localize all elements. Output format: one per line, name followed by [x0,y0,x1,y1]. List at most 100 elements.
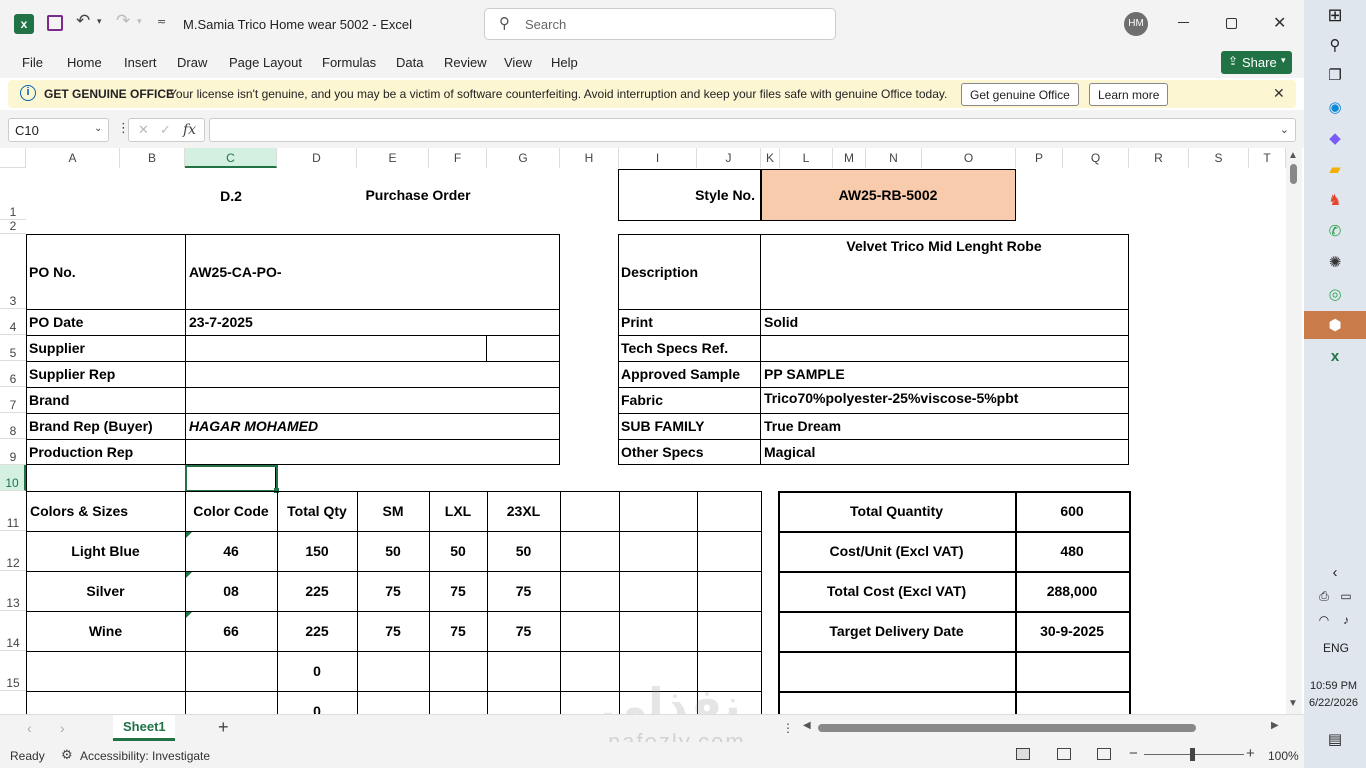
description-value[interactable]: Velvet Trico Mid Lenght Robe [761,236,1127,256]
size-table-cell[interactable]: Silver [27,572,184,610]
accessibility-status[interactable]: Accessibility: Investigate [80,749,210,763]
row-header-2[interactable]: 2 [0,219,26,234]
redo-icon[interactable]: ↷ [116,11,130,31]
size-table-cell[interactable] [488,692,559,714]
battery-icon[interactable]: ▭ [1334,584,1358,608]
brave-icon[interactable]: ♞ [1323,188,1347,212]
column-header-P[interactable]: P [1016,148,1063,168]
size-table-cell[interactable]: 75 [358,612,428,650]
notifications-icon[interactable]: ▤ [1323,727,1347,751]
tab-home[interactable]: Home [67,55,102,70]
po-no-value[interactable]: AW25-CA-PO- [186,262,556,282]
file-explorer-icon[interactable]: ▰ [1323,157,1347,181]
size-table-cell[interactable] [186,652,276,690]
tab-view[interactable]: View [504,55,532,70]
size-table-cell[interactable] [186,692,276,714]
size-table-cell[interactable] [27,652,184,690]
column-header-R[interactable]: R [1129,148,1189,168]
page-layout-view-icon[interactable] [1057,748,1071,760]
size-table-cell[interactable]: Wine [27,612,184,650]
cell-po-title[interactable]: Purchase Order [357,185,479,205]
tab-help[interactable]: Help [551,55,578,70]
approved-sample-label[interactable]: Approved Sample [618,364,758,384]
minimize-icon[interactable] [1178,22,1189,23]
sub-family-value[interactable]: True Dream [761,416,1127,436]
page-break-view-icon[interactable] [1097,748,1111,760]
selected-cell-c10[interactable] [185,465,278,492]
size-table-header-5[interactable]: 23XL [488,492,559,530]
description-label[interactable]: Description [618,262,758,282]
tab-draw[interactable]: Draw [177,55,207,70]
vertical-scrollbar[interactable]: ▲ ▼ [1286,148,1302,714]
zoom-in-icon[interactable]: + [1246,745,1255,762]
size-table-cell[interactable]: 75 [488,572,559,610]
row-header-6[interactable]: 6 [0,361,26,387]
select-all-corner[interactable] [0,148,26,168]
size-table-cell[interactable] [488,652,559,690]
column-header-L[interactable]: L [780,148,833,168]
tab-insert[interactable]: Insert [124,55,157,70]
print-value[interactable]: Solid [761,312,1127,332]
row-header-14[interactable]: 14 [0,611,26,651]
fabric-value[interactable]: Trico70%polyester-25%viscose-5%pbt [761,388,1127,408]
volume-icon[interactable]: ♪ [1334,608,1358,632]
brand-label[interactable]: Brand [26,390,184,410]
row-header-3[interactable]: 3 [0,234,26,309]
summary-value[interactable]: 480 [1016,532,1128,570]
insert-function-icon[interactable]: fx [183,122,196,138]
size-table-cell[interactable]: 08 [186,572,276,610]
size-table-cell[interactable]: 75 [358,572,428,610]
other-specs-label[interactable]: Other Specs [618,442,758,462]
size-table-cell[interactable] [430,652,486,690]
fabric-label[interactable]: Fabric [618,390,758,410]
accessibility-icon[interactable]: ⚙ [61,747,73,763]
summary-label[interactable]: Total Quantity [779,492,1014,530]
column-header-J[interactable]: J [697,148,761,168]
size-table-cell[interactable]: 0 [278,692,356,714]
formula-input[interactable]: ⌄ [209,118,1296,142]
summary-value[interactable]: 30-9-2025 [1016,612,1128,650]
error-indicator-icon[interactable] [186,572,192,578]
row-header-7[interactable]: 7 [0,387,26,413]
supplier-rep-label[interactable]: Supplier Rep [26,364,184,384]
expand-formula-icon[interactable]: ⌄ [1280,123,1289,136]
supplier-label[interactable]: Supplier [26,338,184,358]
column-header-D[interactable]: D [277,148,357,168]
column-header-C[interactable]: C [185,148,277,168]
summary-label[interactable]: Cost/Unit (Excl VAT) [779,532,1014,570]
column-header-E[interactable]: E [357,148,429,168]
undo-dropdown-icon[interactable]: ▾ [97,16,102,27]
size-table-cell[interactable]: 225 [278,572,356,610]
name-box[interactable]: C10 ⌄ [8,118,109,142]
sub-family-label[interactable]: SUB FAMILY [618,416,758,436]
row-header-15[interactable]: 15 [0,651,26,691]
clock-date[interactable]: 6/22/2026 [1309,697,1358,709]
teams-icon[interactable]: ⬢ [1323,313,1347,337]
error-indicator-icon[interactable] [186,532,192,538]
size-table-cell[interactable]: 66 [186,612,276,650]
style-no-label[interactable]: Style No. [620,185,758,205]
next-sheet-icon[interactable]: › [60,720,65,736]
tab-review[interactable]: Review [444,55,487,70]
show-hidden-icons[interactable]: ‹ [1323,560,1347,584]
row-header-5[interactable]: 5 [0,335,26,361]
size-table-cell[interactable]: Light Blue [27,532,184,570]
summary-label[interactable]: Target Delivery Date [779,612,1014,650]
share-button[interactable]: ⇪ Share ▾ [1221,51,1292,74]
row-header-4[interactable]: 4 [0,309,26,335]
summary-label[interactable]: Total Cost (Excl VAT) [779,572,1014,610]
summary-value[interactable]: 288,000 [1016,572,1128,610]
tab-formulas[interactable]: Formulas [322,55,376,70]
close-infobar-icon[interactable]: ✕ [1273,85,1285,102]
size-table-cell[interactable]: 0 [278,652,356,690]
size-table-header-3[interactable]: SM [358,492,428,530]
size-table-cell[interactable]: 150 [278,532,356,570]
size-table-header-4[interactable]: LXL [430,492,486,530]
size-table-cell[interactable] [358,692,428,714]
zoom-level[interactable]: 100% [1268,749,1299,763]
column-header-S[interactable]: S [1189,148,1249,168]
column-header-Q[interactable]: Q [1063,148,1129,168]
vertical-scroll-thumb[interactable] [1290,164,1297,184]
close-window-icon[interactable]: ✕ [1273,13,1286,33]
scroll-right-icon[interactable]: ▶ [1271,720,1279,731]
